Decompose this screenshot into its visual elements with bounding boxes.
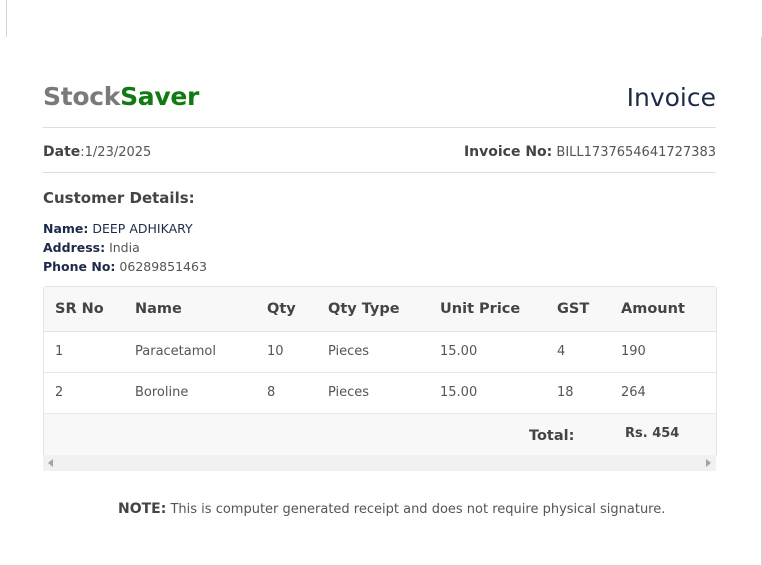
- invoice-title: Invoice: [626, 83, 716, 112]
- cell-qty: 8: [267, 385, 276, 400]
- customer-phone-value: 06289851463: [119, 259, 207, 274]
- cell-unit-price: 15.00: [440, 385, 478, 400]
- total-value: Rs. 454: [625, 426, 680, 441]
- customer-details-heading: Customer Details:: [43, 189, 195, 207]
- chevron-right-icon[interactable]: [706, 459, 711, 467]
- header-qty: Qty: [267, 301, 296, 317]
- customer-name: Name: DEEP ADHIKARY: [43, 221, 193, 236]
- date-value: :1/23/2025: [80, 145, 152, 160]
- header-amount: Amount: [621, 301, 685, 317]
- header-unit-price: Unit Price: [440, 301, 521, 317]
- divider-meta: [43, 172, 716, 173]
- cell-qty: 10: [267, 344, 284, 359]
- table-header-row: SR No Name Qty Qty Type Unit Price GST A…: [44, 287, 716, 332]
- invoice-number: Invoice No: BILL1737654641727383: [464, 144, 716, 160]
- date-label: Date: [43, 144, 81, 160]
- cell-amount: 190: [621, 344, 646, 359]
- customer-address-label: Address:: [43, 240, 106, 255]
- table-horizontal-scrollbar[interactable]: [43, 455, 716, 471]
- cell-unit-price: 15.00: [440, 344, 478, 359]
- invoice-no-label: Invoice No:: [463, 144, 553, 160]
- customer-phone: Phone No: 06289851463: [43, 259, 207, 274]
- brand-logo: StockSaver: [43, 82, 199, 111]
- customer-name-value: DEEP ADHIKARY: [92, 221, 193, 236]
- cell-qty-type: Pieces: [328, 344, 370, 359]
- cell-sr-no: 2: [55, 385, 64, 400]
- customer-name-label: Name:: [43, 221, 89, 236]
- divider-top: [43, 127, 716, 128]
- cell-sr-no: 1: [55, 344, 64, 359]
- invoice-date: Date:1/23/2025: [43, 144, 151, 160]
- header-gst: GST: [557, 301, 590, 317]
- cell-gst: 18: [557, 385, 574, 400]
- cell-gst: 4: [557, 344, 566, 359]
- total-label: Total:: [529, 428, 575, 444]
- window-edge-left: [0, 0, 7, 37]
- customer-address-value: India: [109, 240, 140, 255]
- note-label: NOTE:: [118, 501, 167, 517]
- invoice-no-value: BILL1737654641727383: [556, 145, 716, 160]
- chevron-left-icon[interactable]: [48, 459, 53, 467]
- receipt-note: NOTE: This is computer generated receipt…: [118, 501, 665, 517]
- note-text: This is computer generated receipt and d…: [170, 502, 666, 517]
- cell-name: Paracetamol: [135, 344, 216, 359]
- customer-address: Address: India: [43, 240, 140, 255]
- brand-part-stock: Stock: [43, 82, 121, 111]
- header-qty-type: Qty Type: [328, 301, 400, 317]
- table-row: 1 Paracetamol 10 Pieces 15.00 4 190: [44, 332, 716, 373]
- cell-qty-type: Pieces: [328, 385, 370, 400]
- table-total-row: Total: Rs. 454: [44, 414, 716, 456]
- items-table: SR No Name Qty Qty Type Unit Price GST A…: [43, 286, 717, 457]
- table-row: 2 Boroline 8 Pieces 15.00 18 264: [44, 373, 716, 414]
- customer-phone-label: Phone No:: [43, 259, 116, 274]
- cell-name: Boroline: [135, 385, 189, 400]
- brand-part-saver: Saver: [120, 82, 200, 111]
- header-name: Name: [135, 301, 182, 317]
- header-sr-no: SR No: [55, 301, 104, 317]
- cell-amount: 264: [621, 385, 646, 400]
